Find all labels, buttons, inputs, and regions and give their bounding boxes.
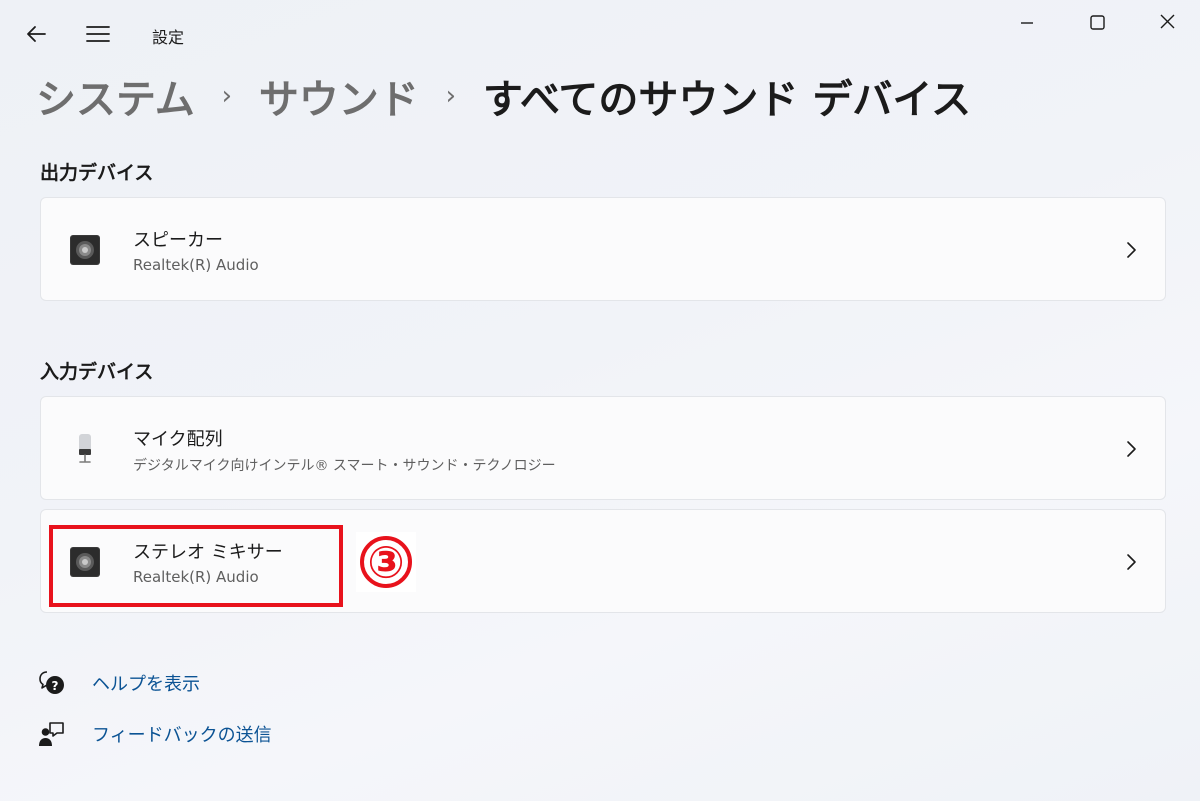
breadcrumb-system[interactable]: システム [36, 67, 195, 125]
step-number-badge: ③ [356, 532, 416, 592]
breadcrumb-separator: › [445, 81, 457, 111]
breadcrumb: システム › サウンド › すべてのサウンド デバイス [36, 66, 971, 126]
svg-text:?: ? [52, 679, 59, 693]
get-help-link[interactable]: ? ヘルプを表示 [38, 667, 200, 699]
minimize-icon[interactable] [1010, 8, 1044, 38]
output-devices-heading: 出力デバイス [40, 162, 154, 184]
device-name: ステレオ ミキサー [133, 542, 283, 563]
hamburger-menu-icon[interactable] [84, 20, 112, 48]
chevron-right-icon [1123, 238, 1139, 262]
chevron-right-icon [1123, 437, 1139, 461]
device-name: スピーカー [133, 230, 223, 251]
device-detail: Realtek(R) Audio [133, 256, 259, 274]
device-card-microphone-array[interactable]: マイク配列 デジタルマイク向けインテル® スマート・サウンド・テクノロジー [40, 396, 1166, 500]
maximize-icon[interactable] [1080, 8, 1114, 38]
speaker-icon [69, 546, 101, 578]
breadcrumb-separator: › [221, 81, 233, 111]
help-chat-icon: ? [38, 669, 66, 697]
app-title: 設定 [152, 28, 185, 47]
back-arrow-icon[interactable] [22, 20, 50, 48]
chevron-right-icon [1123, 550, 1139, 574]
device-detail: Realtek(R) Audio [133, 568, 259, 586]
device-name: マイク配列 [133, 429, 223, 450]
input-devices-heading: 入力デバイス [40, 361, 154, 383]
send-feedback-label: フィードバックの送信 [92, 725, 272, 746]
feedback-person-icon [38, 720, 66, 748]
page-title: すべてのサウンド デバイス [482, 77, 972, 123]
device-detail: デジタルマイク向けインテル® スマート・サウンド・テクノロジー [133, 458, 556, 474]
speaker-icon [69, 234, 101, 266]
get-help-label: ヘルプを表示 [92, 674, 200, 695]
title-bar: 設定 [0, 0, 1200, 62]
device-card-speaker[interactable]: スピーカー Realtek(R) Audio [40, 197, 1166, 301]
microphone-icon [69, 433, 101, 465]
step-number: ③ [367, 538, 404, 589]
breadcrumb-sound[interactable]: サウンド [259, 67, 419, 125]
close-icon[interactable] [1150, 8, 1184, 38]
device-card-stereo-mixer[interactable]: ステレオ ミキサー Realtek(R) Audio [40, 509, 1166, 613]
send-feedback-link[interactable]: フィードバックの送信 [38, 718, 272, 750]
